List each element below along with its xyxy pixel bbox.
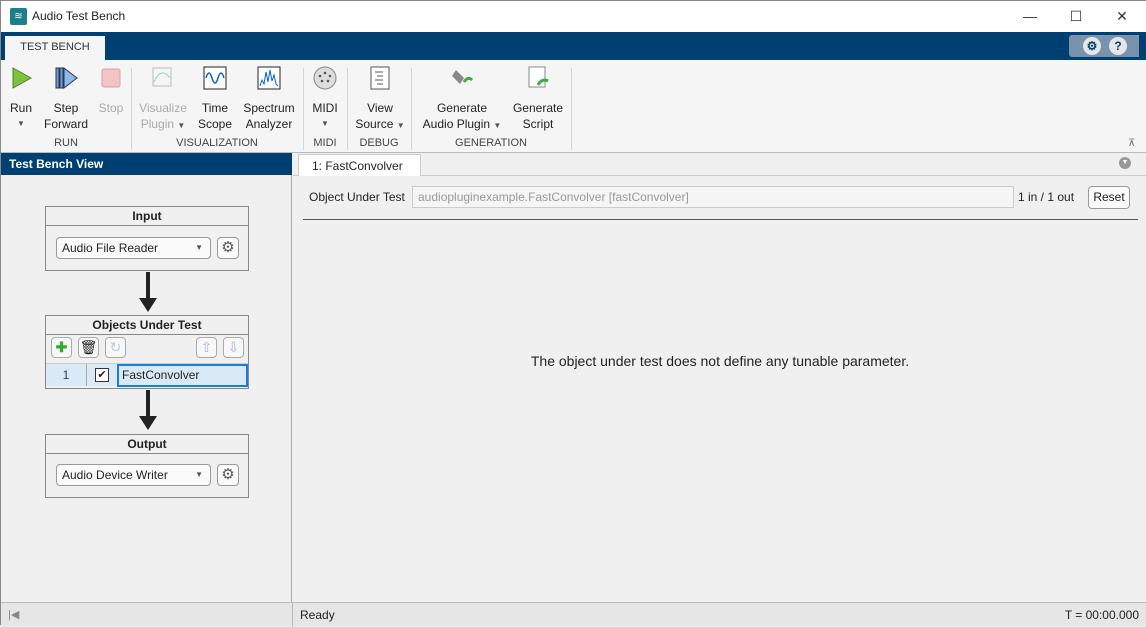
step-forward-icon: [55, 66, 78, 90]
play-icon: [12, 67, 33, 89]
objects-title: Objects Under Test: [46, 316, 248, 335]
collapse-panel-icon[interactable]: |◀: [8, 608, 19, 621]
ribbon: Run ▼ Step Forward Stop RUN Visualize Plugi…: [1, 60, 1146, 153]
delete-icon[interactable]: 🗑: [78, 337, 99, 358]
plugin-icon: [452, 70, 474, 84]
close-button[interactable]: ✕: [1099, 1, 1145, 32]
status-bar: |◀ Ready T = 00:00.000: [1, 602, 1146, 627]
generate-audio-plugin-button[interactable]: Generate Audio Plugin ▼: [417, 66, 507, 134]
row-checkbox[interactable]: ✔: [95, 368, 109, 382]
no-parameter-message: The object under test does not define an…: [530, 353, 910, 369]
tab-menu-icon[interactable]: ▼: [1119, 157, 1131, 169]
midi-icon: [313, 66, 337, 90]
tab-test-bench[interactable]: TEST BENCH: [5, 36, 105, 60]
maximize-button[interactable]: ☐: [1053, 1, 1099, 32]
output-box: Output Audio Device Writer ▼ ⚙: [45, 434, 249, 498]
tab-fastconvolver[interactable]: 1: FastConvolver: [298, 154, 421, 176]
visualize-plugin-button[interactable]: Visualize Plugin ▼: [135, 66, 191, 134]
view-source-button[interactable]: View Source ▼: [351, 66, 409, 134]
spectrum-analyzer-button[interactable]: Spectrum Analyzer: [239, 66, 299, 132]
window-title: Audio Test Bench: [32, 9, 126, 23]
table-row[interactable]: 1 ✔ FastConvolver: [46, 363, 248, 387]
output-title: Output: [46, 435, 248, 454]
settings-icon[interactable]: ⚙: [1083, 37, 1101, 55]
status-text: Ready: [300, 608, 335, 622]
object-under-test-field[interactable]: audiopluginexample.FastConvolver [fastCo…: [412, 186, 1014, 208]
stop-button[interactable]: Stop: [95, 66, 127, 116]
help-icon[interactable]: ?: [1109, 37, 1127, 55]
panel-title: Test Bench View: [1, 153, 292, 175]
generate-script-button[interactable]: Generate Script: [509, 66, 567, 132]
arrow-down-icon: [139, 390, 157, 430]
group-label-midi: MIDI: [313, 137, 337, 149]
refresh-icon[interactable]: ↻: [105, 337, 126, 358]
midi-button[interactable]: MIDI ▼: [307, 66, 343, 132]
test-bench-view-panel: Test Bench View Input Audio File Reader ▼…: [1, 153, 292, 602]
chevron-down-icon: ▼: [195, 243, 203, 252]
source-icon: [370, 66, 390, 90]
input-dropdown[interactable]: Audio File Reader ▼: [56, 237, 211, 259]
reset-button[interactable]: Reset: [1088, 186, 1130, 209]
object-under-test-label: Object Under Test: [309, 190, 405, 204]
move-up-icon[interactable]: ⇧: [196, 337, 217, 358]
group-label-generation: GENERATION: [455, 137, 527, 149]
group-label-visualization: VISUALIZATION: [176, 137, 258, 149]
run-button[interactable]: Run ▼: [5, 66, 37, 132]
collapse-ribbon-icon[interactable]: ⊼: [1128, 138, 1135, 149]
tab-strip: TEST BENCH ⚙ ?: [1, 32, 1146, 60]
row-index: 1: [62, 368, 70, 382]
objects-under-test-box: Objects Under Test ✚ 🗑 ↻ ⇧ ⇩ 1 ✔ FastCon…: [45, 315, 249, 389]
time-readout: T = 00:00.000: [1064, 608, 1139, 622]
title-bar: ≋ Audio Test Bench — ☐ ✕: [1, 1, 1146, 32]
add-icon[interactable]: ✚: [51, 337, 72, 358]
move-down-icon[interactable]: ⇩: [223, 337, 244, 358]
script-icon: [528, 66, 549, 88]
time-scope-button[interactable]: Time Scope: [195, 66, 235, 132]
stop-icon: [101, 68, 121, 88]
group-label-run: RUN: [54, 137, 78, 149]
app-icon: ≋: [10, 8, 27, 25]
document-area: 1: FastConvolver ▼ Object Under Test aud…: [293, 153, 1146, 602]
input-title: Input: [46, 207, 248, 226]
minimize-button[interactable]: —: [1007, 1, 1053, 32]
arrow-down-icon: [139, 272, 157, 312]
group-label-debug: DEBUG: [359, 137, 399, 149]
spectrum-icon: [257, 66, 281, 90]
input-settings-gear-icon[interactable]: ⚙: [217, 237, 239, 259]
step-forward-button[interactable]: Step Forward: [41, 66, 91, 132]
row-name[interactable]: FastConvolver: [117, 364, 248, 387]
input-box: Input Audio File Reader ▼ ⚙: [45, 206, 249, 271]
output-settings-gear-icon[interactable]: ⚙: [217, 464, 239, 486]
chevron-down-icon: ▼: [195, 470, 203, 479]
io-count: 1 in / 1 out: [1018, 190, 1075, 204]
visualize-plugin-icon: [152, 67, 172, 87]
output-dropdown[interactable]: Audio Device Writer ▼: [56, 464, 211, 486]
time-scope-icon: [203, 66, 227, 90]
